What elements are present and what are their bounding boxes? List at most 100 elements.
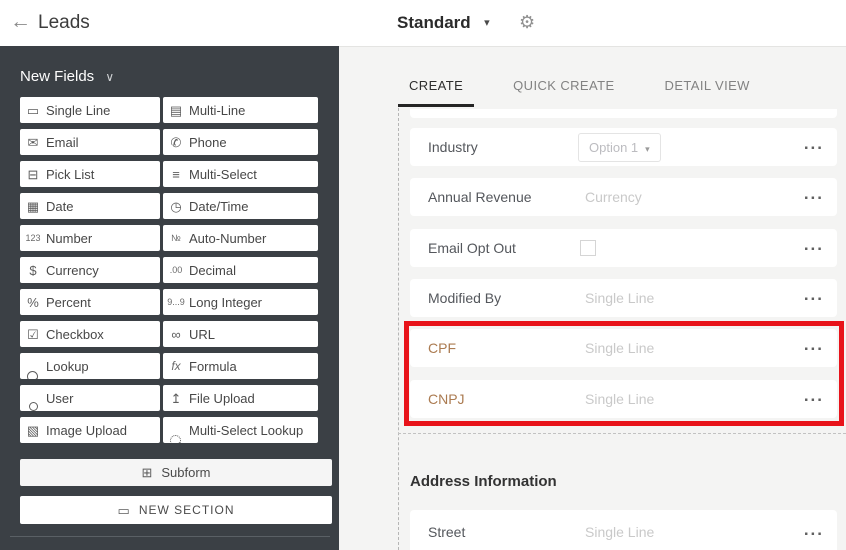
field-type-date[interactable]: ▦ Date (20, 193, 160, 219)
table-grid-icon: ⊞ (141, 466, 152, 479)
sidebar-title[interactable]: New Fields ∨ (20, 68, 114, 85)
field-type-label: Phone (189, 135, 227, 150)
sidebar-divider (10, 536, 330, 537)
field-row-street[interactable]: Street Single Line ... (410, 510, 837, 550)
section-heading: Address Information (410, 473, 557, 490)
chevron-down-icon: ▾ (645, 144, 650, 154)
rectangle-icon: ▭ (118, 504, 130, 517)
more-options-button[interactable]: ... (804, 229, 824, 265)
more-options-button[interactable]: ... (804, 380, 824, 416)
field-type-label: Image Upload (46, 423, 127, 438)
calendar-icon: ▦ (20, 200, 46, 213)
single-line-icon: ▭ (20, 104, 46, 117)
percent-icon: % (20, 296, 46, 309)
chevron-down-icon: ∨ (105, 70, 114, 84)
gear-icon[interactable]: ⚙ (519, 0, 535, 46)
tab-quick-create[interactable]: QUICK CREATE (502, 78, 625, 107)
back-arrow-icon[interactable]: ← (10, 0, 31, 46)
field-label: Annual Revenue (428, 178, 532, 216)
layout-dropdown[interactable]: Standard ▾ (397, 0, 490, 46)
section-separator-guide (398, 433, 846, 434)
field-row-annual-revenue[interactable]: Annual Revenue Currency ... (410, 178, 837, 216)
field-type-email[interactable]: ✉ Email (20, 129, 160, 155)
pick-list-icon: ⊟ (20, 168, 46, 181)
field-type-label: Auto-Number (189, 231, 266, 246)
field-row-industry[interactable]: Industry Option 1▾ ... (410, 128, 837, 166)
number-123-icon: 123 (20, 234, 46, 243)
field-label: Email Opt Out (428, 229, 516, 267)
field-label: CNPJ (428, 380, 465, 418)
field-type-long-integer[interactable]: 9...9 Long Integer (163, 289, 318, 315)
more-options-button[interactable]: ... (804, 178, 824, 214)
field-editor-screen: ← Leads Standard ▾ ⚙ New Fields ∨ ▭ Sing… (0, 0, 846, 550)
page-title: Leads (38, 0, 90, 46)
field-type-label: Number (46, 231, 92, 246)
field-row-cnpj[interactable]: CNPJ Single Line ... (410, 380, 837, 418)
chevron-down-icon: ▾ (484, 17, 490, 29)
field-type-pick-list[interactable]: ⊟ Pick List (20, 161, 160, 187)
tab-detail-view[interactable]: DETAIL VIEW (654, 78, 761, 107)
field-type-number[interactable]: 123 Number (20, 225, 160, 251)
field-type-lookup[interactable]: Lookup (20, 353, 160, 379)
field-type-label: Email (46, 135, 79, 150)
image-icon: ▧ (20, 424, 46, 437)
field-type-user[interactable]: User (20, 385, 160, 411)
new-fields-sidebar: New Fields ∨ ▭ Single Line ▤ Multi-Line … (0, 46, 339, 550)
more-options-button[interactable]: ... (804, 510, 824, 546)
more-options-button[interactable]: ... (804, 279, 824, 315)
more-options-button[interactable]: ... (804, 128, 824, 164)
field-row-modified-by[interactable]: Modified By Single Line ... (410, 279, 837, 317)
picklist-preview[interactable]: Option 1▾ (578, 133, 661, 162)
field-type-label: Multi-Select Lookup (189, 423, 303, 438)
checkbox-preview[interactable] (580, 240, 596, 256)
field-type-multi-line[interactable]: ▤ Multi-Line (163, 97, 318, 123)
field-type-decimal[interactable]: .00 Decimal (163, 257, 318, 283)
field-type-auto-number[interactable]: № Auto-Number (163, 225, 318, 251)
field-type-currency[interactable]: $ Currency (20, 257, 160, 283)
field-type-label: Decimal (189, 263, 236, 278)
field-label: CPF (428, 329, 456, 367)
decimal-icon: .00 (163, 266, 189, 275)
field-type-phone[interactable]: ✆ Phone (163, 129, 318, 155)
view-tabs: CREATE QUICK CREATE DETAIL VIEW (398, 78, 761, 107)
multi-line-icon: ▤ (163, 104, 189, 117)
field-type-label: Long Integer (189, 295, 262, 310)
field-label: Industry (428, 128, 478, 166)
field-type-date-time[interactable]: ◷ Date/Time (163, 193, 318, 219)
field-placeholder: Single Line (585, 380, 654, 418)
phone-icon: ✆ (163, 136, 189, 149)
more-options-button[interactable]: ... (804, 329, 824, 365)
field-type-image-upload[interactable]: ▧ Image Upload (20, 417, 160, 443)
top-header: ← Leads Standard ▾ ⚙ (0, 0, 846, 46)
field-type-url[interactable]: ∞ URL (163, 321, 318, 347)
formula-fx-icon: fx (163, 360, 189, 372)
field-placeholder: Single Line (585, 279, 654, 317)
field-type-multi-select[interactable]: ≡ Multi-Select (163, 161, 318, 187)
dollar-icon: $ (20, 264, 46, 277)
field-row-email-opt-out[interactable]: Email Opt Out ... (410, 229, 837, 267)
field-type-label: Pick List (46, 167, 94, 182)
new-section-button[interactable]: ▭ NEW SECTION (20, 496, 332, 524)
field-type-percent[interactable]: % Percent (20, 289, 160, 315)
field-type-file-upload[interactable]: ↥ File Upload (163, 385, 318, 411)
field-type-label: Percent (46, 295, 91, 310)
field-label: Modified By (428, 279, 501, 317)
field-type-label: Date/Time (189, 199, 248, 214)
field-type-multi-select-lookup[interactable]: Multi-Select Lookup (163, 417, 318, 443)
field-type-formula[interactable]: fx Formula (163, 353, 318, 379)
field-type-label: Single Line (46, 103, 110, 118)
clipped-field-row (410, 109, 837, 118)
field-type-label: User (46, 391, 73, 406)
field-placeholder: Single Line (585, 329, 654, 367)
tab-create[interactable]: CREATE (398, 78, 474, 107)
field-type-label: Multi-Line (189, 103, 245, 118)
link-icon: ∞ (163, 328, 189, 341)
field-type-label: Checkbox (46, 327, 104, 342)
field-row-cpf[interactable]: CPF Single Line ... (410, 329, 837, 367)
field-type-checkbox[interactable]: ☑ Checkbox (20, 321, 160, 347)
long-integer-icon: 9...9 (163, 298, 189, 307)
field-type-label: Formula (189, 359, 237, 374)
subform-button[interactable]: ⊞ Subform (20, 459, 332, 486)
field-type-single-line[interactable]: ▭ Single Line (20, 97, 160, 123)
layout-name: Standard (397, 13, 471, 32)
